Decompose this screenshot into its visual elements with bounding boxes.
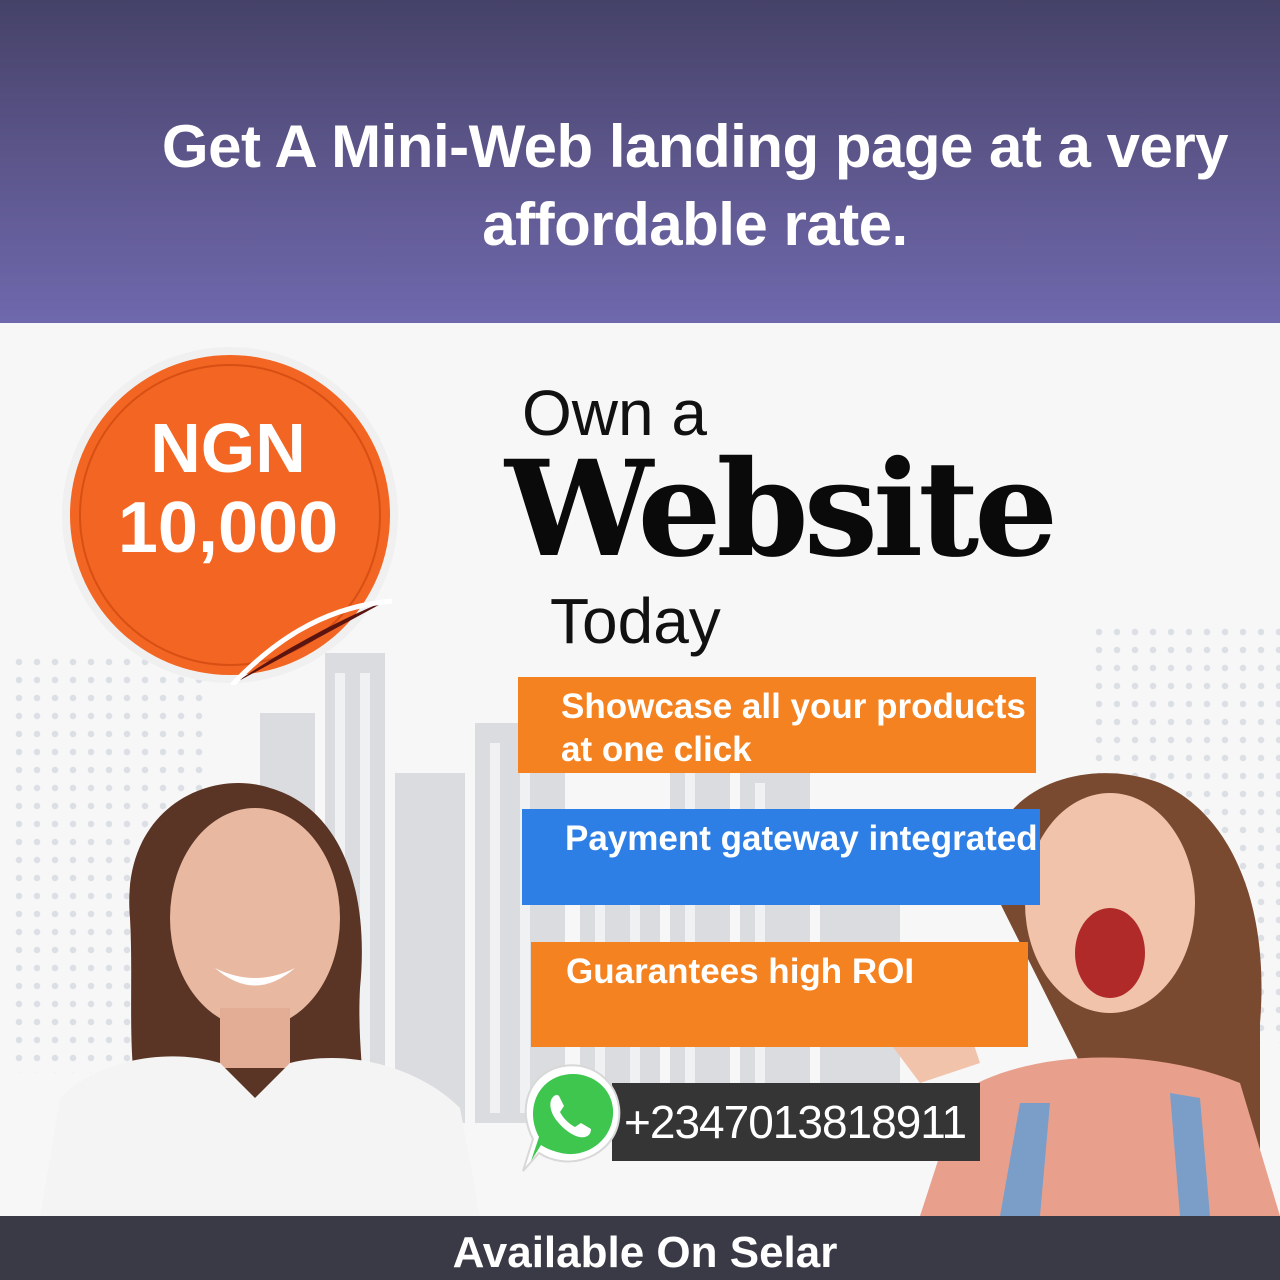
content-area: NGN 10,000 Own a Website Today Showcase … (0, 323, 1280, 1216)
hero-line-today: Today (550, 585, 721, 657)
feature-payment-gateway: Payment gateway integrated (522, 809, 1040, 905)
footer-text: Available On Selar (452, 1228, 838, 1277)
price-amount: 10,000 (117, 488, 339, 568)
woman-smiling-photo (40, 783, 480, 1216)
feature-showcase-products: Showcase all your products at one click (518, 677, 1036, 773)
whatsapp-icon[interactable] (515, 1061, 625, 1176)
whatsapp-phone-number[interactable]: +2347013818911 (612, 1083, 980, 1161)
headline: Get A Mini-Web landing page at a very af… (161, 113, 1229, 258)
hero-line-website: Website (505, 432, 1058, 587)
price-currency: NGN (150, 409, 306, 487)
price-badge-text: NGN 10,000 (78, 408, 378, 568)
feature-high-roi: Guarantees high ROI (531, 942, 1028, 1047)
